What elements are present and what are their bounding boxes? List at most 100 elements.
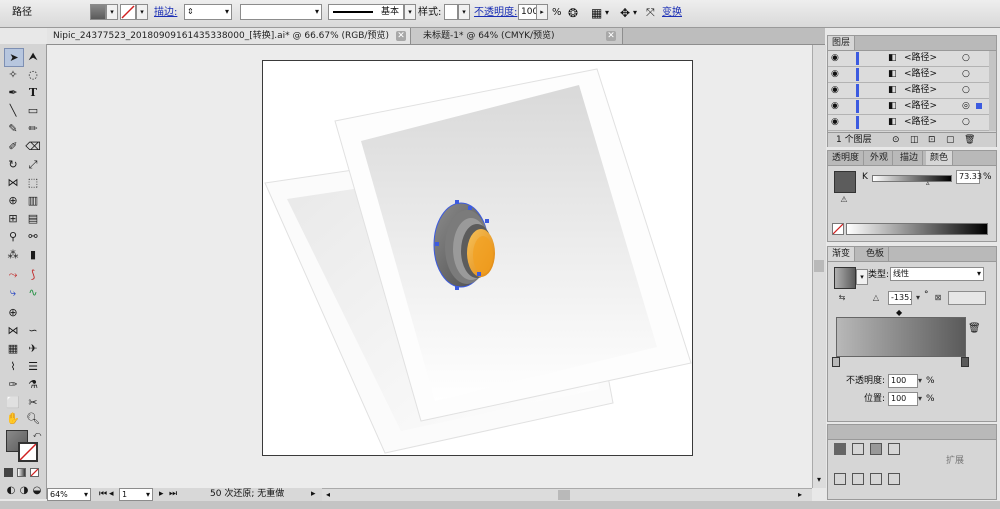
minus-front-icon[interactable] — [852, 443, 864, 455]
prev-page-icon[interactable]: ◂ — [109, 488, 114, 501]
tab-nipic-document[interactable]: Nipic_24377523_20180909161435338000_[转换]… — [47, 28, 411, 44]
horizontal-scrollbar[interactable]: ◂ ▸ — [322, 488, 812, 502]
grid-tool-icon[interactable]: ▦ — [4, 340, 22, 357]
chevron-down-icon[interactable]: ▾ — [914, 376, 926, 386]
transform-icon[interactable]: ⤧ — [646, 5, 655, 21]
vertical-scrollbar[interactable]: ▾ — [812, 45, 826, 488]
color-spectrum-bar[interactable] — [846, 223, 988, 235]
chevron-down-icon[interactable]: ▾ — [605, 5, 609, 21]
eye-icon[interactable]: ◉ — [831, 83, 839, 98]
eyedropper-tool-icon[interactable]: ⚲ — [4, 228, 22, 245]
style-dropdown[interactable]: ▾ — [458, 4, 470, 20]
scale-tool-icon[interactable]: ⤢ — [24, 156, 42, 173]
eyedropper-icon[interactable]: ✑ — [4, 376, 22, 393]
measure-tool-icon[interactable]: ⚗ — [24, 376, 42, 393]
layer-row[interactable]: ◉ ◧ <路径> ◎ — [828, 99, 990, 115]
envelope-tool-icon[interactable]: ⋈ — [4, 322, 22, 339]
mesh-tool-icon[interactable]: ⊞ — [4, 210, 22, 227]
tab-layers[interactable]: 图层 — [828, 36, 856, 50]
eye-icon[interactable]: ◉ — [831, 115, 839, 130]
out-of-gamut-icon[interactable]: ⚠ — [838, 195, 850, 205]
gradient-preview-swatch[interactable] — [834, 267, 856, 289]
chart-tool-icon[interactable]: ⌇ — [4, 358, 22, 375]
gradient-mode-icon[interactable] — [17, 468, 26, 477]
target-selected-icon[interactable]: ◎ — [962, 99, 970, 114]
eraser-tool-icon[interactable]: ⌫ — [24, 138, 42, 155]
page-select[interactable]: 1 ▾ — [119, 488, 153, 501]
crosshair-tool-icon[interactable]: ⊕ — [4, 304, 22, 321]
type-tool-icon[interactable]: T — [24, 84, 42, 101]
clipping-mask-icon[interactable]: ◫ — [910, 133, 919, 147]
blob-brush-tool-icon[interactable]: ✐ — [4, 138, 22, 155]
pen-tool-icon[interactable]: ✒ — [4, 84, 22, 101]
chevron-left-icon[interactable]: ◂ — [326, 489, 336, 501]
target-icon[interactable]: ○ — [962, 115, 970, 130]
transform-link[interactable]: 变换 — [662, 5, 682, 21]
divide-icon[interactable] — [834, 473, 846, 485]
new-layer-icon[interactable]: ▢ — [946, 133, 955, 147]
reverse-gradient-icon[interactable]: ⇆ — [836, 293, 848, 303]
scroll-thumb[interactable] — [814, 260, 824, 272]
opacity-link[interactable]: 不透明度: — [474, 5, 517, 21]
lasso-tool-icon[interactable]: ◌ — [24, 66, 42, 83]
k-slider-handle[interactable]: ▵ — [926, 179, 930, 187]
gradient-tool-icon[interactable]: ▤ — [24, 210, 42, 227]
layer-row[interactable]: ◉ ◧ <路径> ○ — [828, 67, 990, 83]
expand-button[interactable]: 扩展 — [946, 455, 964, 467]
smooth-tool-icon[interactable]: ∿ — [24, 284, 42, 301]
none-color-swatch[interactable] — [832, 223, 844, 235]
target-icon[interactable]: ○ — [962, 83, 970, 98]
rectangle-tool-icon[interactable]: ▭ — [24, 102, 42, 119]
layer-row[interactable]: ◉ ◧ <路径> ○ — [828, 51, 990, 67]
brush-dropdown[interactable]: ▾ — [404, 4, 416, 20]
gradient-preset-dropdown[interactable]: ▾ — [856, 269, 868, 285]
symbol-sprayer-tool-icon[interactable]: ⁂ — [4, 246, 22, 263]
gradient-slider-bar[interactable] — [836, 317, 966, 357]
chevron-down-icon[interactable]: ▾ — [914, 394, 926, 404]
artboard-tool-icon[interactable]: ⬜ — [4, 394, 22, 411]
free-transform-tool-icon[interactable]: ⬚ — [24, 174, 42, 191]
stroke-swatch[interactable] — [120, 4, 136, 20]
gradient-stop-right[interactable] — [961, 357, 969, 367]
layer-row[interactable]: ◉ ◧ <路径> ○ — [828, 83, 990, 99]
color-mode-icon[interactable] — [4, 468, 13, 477]
new-sublayer-icon[interactable]: ⊡ — [928, 133, 936, 147]
artboard[interactable] — [262, 60, 693, 456]
scroll-thumb[interactable] — [558, 490, 570, 500]
join-tool-icon[interactable]: ⤷ — [4, 284, 22, 301]
column-graph-tool-icon[interactable]: ▮ — [24, 246, 42, 263]
eye-icon[interactable]: ◉ — [831, 51, 839, 66]
aspect-ratio-icon[interactable]: ⊠ — [932, 293, 944, 303]
crop-icon[interactable] — [888, 473, 900, 485]
stroke-dropdown[interactable]: ▾ — [136, 4, 148, 20]
recolor-icon[interactable]: ❂ — [568, 5, 578, 21]
gradient-type-select[interactable]: 线性 ▾ — [890, 267, 984, 281]
opacity-dropdown[interactable]: ▸ — [536, 4, 548, 20]
draw-inside-icon[interactable]: ◒ — [28, 482, 46, 499]
stroke-link[interactable]: 描边: — [154, 5, 177, 21]
paintbrush-tool-icon[interactable]: ✎ — [4, 120, 22, 137]
intersect-icon[interactable] — [870, 443, 882, 455]
isolate-icon[interactable]: ✥ — [620, 5, 630, 21]
tab-swatches[interactable]: 色板 — [862, 247, 890, 261]
slice-tool-icon[interactable]: ✂ — [24, 394, 42, 411]
k-slider-track[interactable] — [872, 175, 952, 182]
merge-icon[interactable] — [870, 473, 882, 485]
layer-row[interactable]: ◉ ◧ <路径> ○ — [828, 115, 990, 131]
current-color-swatch[interactable] — [834, 171, 856, 193]
chevron-right-icon[interactable]: ▸ — [798, 489, 808, 501]
none-mode-icon[interactable] — [30, 468, 39, 477]
direct-selection-tool-icon[interactable]: ⮝ — [24, 48, 42, 65]
tab-transparency[interactable]: 透明度 — [828, 151, 865, 165]
layers-scrollbar[interactable] — [989, 51, 996, 131]
chevron-down-icon[interactable]: ▾ — [912, 293, 924, 303]
eye-icon[interactable]: ◉ — [831, 67, 839, 82]
variable-width-select[interactable]: ▾ — [240, 4, 322, 20]
fill-swatch[interactable] — [90, 4, 106, 20]
align-icon[interactable]: ▦ — [591, 5, 602, 21]
first-page-icon[interactable]: ⏮ — [99, 488, 107, 501]
midpoint-diamond[interactable]: ◆ — [896, 308, 902, 317]
gradient-stop-left[interactable] — [832, 357, 840, 367]
blend-tool-icon[interactable]: ⚯ — [24, 228, 42, 245]
locate-object-icon[interactable]: ⊙ — [892, 133, 900, 147]
